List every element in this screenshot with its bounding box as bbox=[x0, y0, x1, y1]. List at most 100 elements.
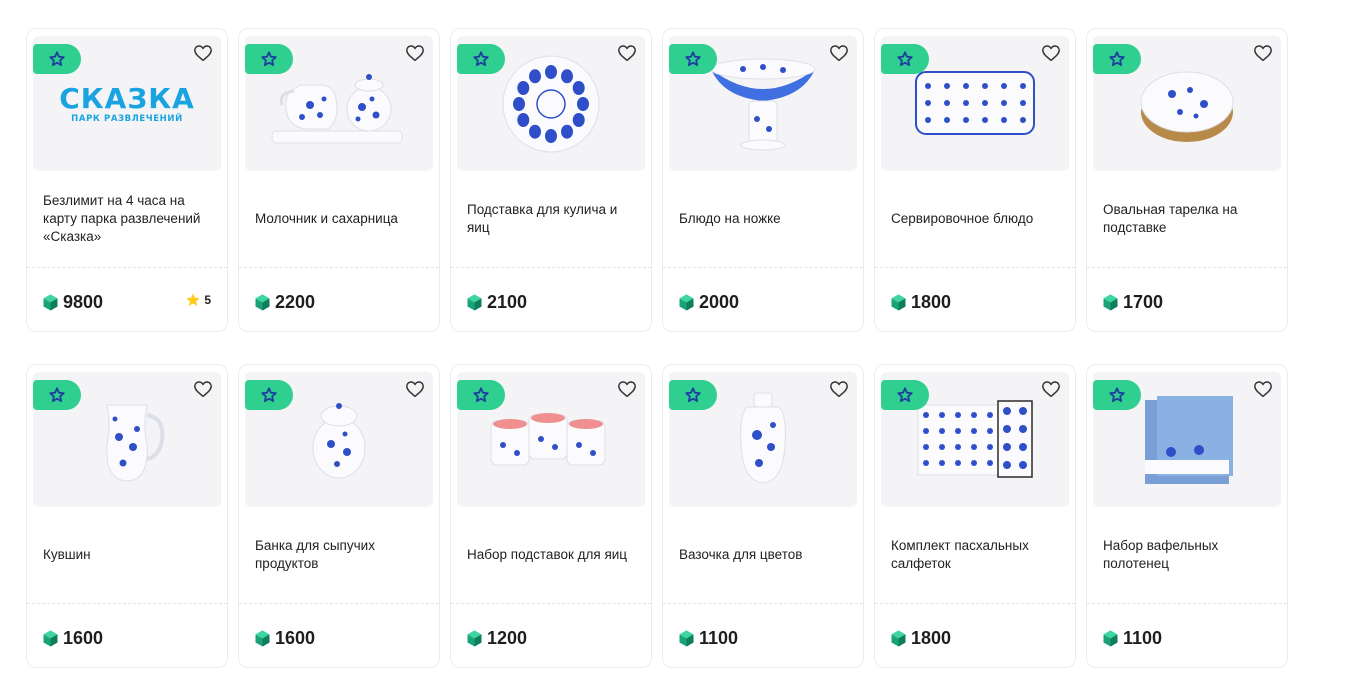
price-value: 9800 bbox=[63, 291, 104, 312]
product-title[interactable]: Кувшин bbox=[43, 507, 213, 603]
rating: 5 bbox=[185, 292, 211, 308]
heart-outline-icon[interactable] bbox=[1041, 43, 1061, 63]
product-image bbox=[703, 49, 823, 159]
product-card[interactable]: Комплект пасхальных салфеток 1800 bbox=[874, 364, 1076, 668]
crystal-icon bbox=[679, 294, 694, 311]
price-value: 1700 bbox=[1123, 291, 1164, 312]
product-price: 1600 bbox=[43, 626, 103, 650]
star-outline-icon[interactable] bbox=[669, 44, 717, 74]
heart-outline-icon[interactable] bbox=[829, 43, 849, 63]
product-card[interactable]: Подставка для кулича и яиц 2100 bbox=[450, 28, 652, 332]
skazka-logo: СКАЗКА ПАРК РАЗВЛЕЧЕНИЙ bbox=[59, 81, 195, 124]
product-card[interactable]: Набор вафельных полотенец 1100 bbox=[1086, 364, 1288, 668]
star-outline-icon[interactable] bbox=[669, 380, 717, 410]
product-price: 1700 bbox=[1103, 290, 1163, 314]
product-card[interactable]: Сервировочное блюдо 1800 bbox=[874, 28, 1076, 332]
price-value: 1600 bbox=[275, 627, 316, 648]
divider bbox=[27, 267, 227, 268]
divider bbox=[663, 267, 863, 268]
crystal-icon bbox=[43, 630, 58, 647]
product-card[interactable]: Овальная тарелка на подставке 1700 bbox=[1086, 28, 1288, 332]
star-outline-icon[interactable] bbox=[881, 44, 929, 74]
product-image bbox=[77, 385, 177, 495]
product-price: 1100 bbox=[679, 626, 738, 650]
divider bbox=[875, 267, 1075, 268]
product-image bbox=[481, 395, 621, 485]
crystal-icon bbox=[255, 630, 270, 647]
price-value: 1100 bbox=[1123, 627, 1163, 648]
product-image bbox=[723, 385, 803, 495]
crystal-icon bbox=[467, 294, 482, 311]
divider bbox=[451, 603, 651, 604]
heart-outline-icon[interactable] bbox=[1253, 43, 1273, 63]
divider bbox=[451, 267, 651, 268]
star-outline-icon[interactable] bbox=[1093, 44, 1141, 74]
price-value: 1800 bbox=[911, 627, 952, 648]
product-title[interactable]: Банка для сыпучих продуктов bbox=[255, 507, 425, 603]
star-outline-icon[interactable] bbox=[457, 380, 505, 410]
star-outline-icon[interactable] bbox=[1093, 380, 1141, 410]
product-title[interactable]: Вазочка для цветов bbox=[679, 507, 849, 603]
product-image bbox=[1137, 390, 1237, 490]
heart-outline-icon[interactable] bbox=[1041, 379, 1061, 399]
heart-outline-icon[interactable] bbox=[193, 43, 213, 63]
heart-outline-icon[interactable] bbox=[1253, 379, 1273, 399]
product-price: 2100 bbox=[467, 290, 527, 314]
divider bbox=[239, 267, 439, 268]
product-card[interactable]: Банка для сыпучих продуктов 1600 bbox=[238, 364, 440, 668]
product-title[interactable]: Набор подставок для яиц bbox=[467, 507, 637, 603]
heart-outline-icon[interactable] bbox=[617, 43, 637, 63]
product-title[interactable]: Сервировочное блюдо bbox=[891, 171, 1061, 267]
product-card[interactable]: СКАЗКА ПАРК РАЗВЛЕЧЕНИЙ Безлимит на 4 ча… bbox=[26, 28, 228, 332]
product-image bbox=[910, 395, 1040, 485]
product-price: 1100 bbox=[1103, 626, 1162, 650]
product-price: 2200 bbox=[255, 290, 315, 314]
product-price: 1200 bbox=[467, 626, 527, 650]
product-price: 1800 bbox=[891, 626, 951, 650]
divider bbox=[1087, 603, 1287, 604]
rating-value: 5 bbox=[204, 293, 211, 307]
crystal-icon bbox=[1103, 294, 1118, 311]
star-outline-icon[interactable] bbox=[33, 44, 81, 74]
price-value: 1600 bbox=[63, 627, 104, 648]
product-title[interactable]: Блюдо на ножке bbox=[679, 171, 849, 267]
star-outline-icon[interactable] bbox=[33, 380, 81, 410]
star-outline-icon[interactable] bbox=[245, 380, 293, 410]
product-title[interactable]: Комплект пасхальных салфеток bbox=[891, 507, 1061, 603]
product-card[interactable]: Молочник и сахарница 2200 bbox=[238, 28, 440, 332]
divider bbox=[1087, 267, 1287, 268]
product-price: 9800 bbox=[43, 290, 103, 314]
product-title[interactable]: Набор вафельных полотенец bbox=[1103, 507, 1273, 603]
crystal-icon bbox=[467, 630, 482, 647]
price-value: 2200 bbox=[275, 291, 316, 312]
star-outline-icon[interactable] bbox=[245, 44, 293, 74]
heart-outline-icon[interactable] bbox=[405, 43, 425, 63]
product-title[interactable]: Молочник и сахарница bbox=[255, 171, 425, 267]
divider bbox=[875, 603, 1075, 604]
divider bbox=[663, 603, 863, 604]
product-card[interactable]: Вазочка для цветов 1100 bbox=[662, 364, 864, 668]
crystal-icon bbox=[679, 630, 694, 647]
heart-outline-icon[interactable] bbox=[193, 379, 213, 399]
price-value: 1200 bbox=[487, 627, 528, 648]
crystal-icon bbox=[891, 630, 906, 647]
heart-outline-icon[interactable] bbox=[405, 379, 425, 399]
product-card[interactable]: Кувшин 1600 bbox=[26, 364, 228, 668]
product-title[interactable]: Безлимит на 4 часа на карту парка развле… bbox=[43, 171, 213, 267]
product-card[interactable]: Блюдо на ножке 2000 bbox=[662, 28, 864, 332]
crystal-icon bbox=[891, 294, 906, 311]
product-image bbox=[496, 49, 606, 159]
heart-outline-icon[interactable] bbox=[617, 379, 637, 399]
price-value: 2000 bbox=[699, 291, 740, 312]
product-image bbox=[1132, 54, 1242, 154]
heart-outline-icon[interactable] bbox=[829, 379, 849, 399]
product-title[interactable]: Овальная тарелка на подставке bbox=[1103, 171, 1273, 267]
star-outline-icon[interactable] bbox=[881, 380, 929, 410]
product-price: 1800 bbox=[891, 290, 951, 314]
product-card[interactable]: Набор подставок для яиц 1200 bbox=[450, 364, 652, 668]
star-filled-icon bbox=[185, 292, 201, 308]
price-value: 1100 bbox=[699, 627, 739, 648]
product-title[interactable]: Подставка для кулича и яиц bbox=[467, 171, 637, 267]
product-grid: СКАЗКА ПАРК РАЗВЛЕЧЕНИЙ Безлимит на 4 ча… bbox=[26, 28, 1288, 668]
star-outline-icon[interactable] bbox=[457, 44, 505, 74]
